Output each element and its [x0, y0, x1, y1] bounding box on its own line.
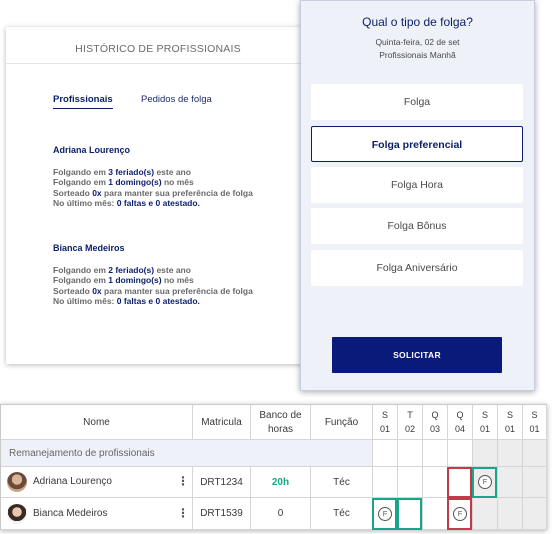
tab-profissionais[interactable]: Profissionais	[53, 94, 113, 109]
kebab-menu-icon[interactable]: ⋮	[177, 506, 189, 520]
group-day-cell	[473, 440, 498, 467]
day-cell[interactable]	[473, 498, 498, 530]
day-cell[interactable]	[523, 498, 547, 530]
modal-shift: Profissionais Manhã	[379, 50, 456, 60]
group-day-cell	[498, 440, 523, 467]
ultimo-mes-line: No último mês: 0 faltas e 0 atestado.	[53, 198, 200, 208]
day-cell[interactable]	[523, 467, 547, 498]
option-folga-bonus[interactable]: Folga Bônus	[311, 208, 523, 244]
feriados-line: Folgando em 3 feriado(s) este ano	[53, 166, 191, 177]
avatar	[7, 472, 27, 492]
avatar	[7, 504, 27, 524]
folga-type-modal: Qual o tipo de folga? Quinta-feira, 02 d…	[300, 0, 535, 391]
historico-panel: HISTÓRICO DE PROFISSIONAIS Profissionais…	[6, 27, 310, 364]
row-funcao: Téc	[311, 467, 373, 498]
feriados-line: Folgando em 2 feriado(s) este ano	[53, 264, 191, 275]
professional-card: Bianca Medeiros Folgando em 2 feriado(s)…	[53, 243, 273, 307]
group-day-cell	[423, 440, 448, 467]
day-cell[interactable]	[498, 467, 523, 498]
professional-name: Adriana Lourenço	[53, 145, 131, 155]
professional-card: Adriana Lourenço Folgando em 3 feriado(s…	[53, 145, 273, 209]
option-folga-hora[interactable]: Folga Hora	[311, 167, 523, 203]
selected-day-highlight	[447, 467, 472, 498]
row-banco-horas: 0	[251, 498, 311, 530]
table-row-name-cell[interactable]: Bianca Medeiros ⋮	[1, 498, 193, 530]
kebab-menu-icon[interactable]: ⋮	[177, 474, 189, 488]
day-header: Q 03	[423, 405, 448, 440]
tab-pedidos-de-folga[interactable]: Pedidos de folga	[141, 94, 212, 105]
schedule-table: Nome Matricula Banco de horas Função S 01 …	[0, 404, 547, 530]
row-matricula: DRT1234	[193, 467, 251, 498]
sorteado-line: Sorteado 0x para manter sua preferência …	[53, 187, 253, 198]
row-funcao: Téc	[311, 498, 373, 530]
modal-date: Quinta-feira, 02 de set	[375, 37, 460, 47]
day-header: S 01	[523, 405, 547, 440]
day-cell[interactable]	[398, 467, 423, 498]
modal-question: Qual o tipo de folga?	[362, 15, 473, 29]
professional-name: Bianca Medeiros	[53, 243, 125, 253]
domingos-line: Folgando em 1 domingo(s) no mês	[53, 177, 194, 187]
col-header-banco-horas: Banco de horas	[251, 405, 311, 440]
option-folga[interactable]: Folga	[311, 84, 523, 120]
domingos-line: Folgando em 1 domingo(s) no mês	[53, 275, 194, 285]
day-header: T 02	[398, 405, 423, 440]
col-header-matricula: Matricula	[193, 405, 251, 440]
group-day-cell	[448, 440, 473, 467]
historico-title: HISTÓRICO DE PROFISSIONAIS	[6, 27, 310, 64]
day-header: S 01	[498, 405, 523, 440]
row-banco-horas: 20h	[251, 467, 311, 498]
option-folga-preferencial[interactable]: Folga preferencial	[311, 126, 523, 162]
sorteado-line: Sorteado 0x para manter sua preferência …	[53, 285, 253, 296]
folga-day-highlight	[397, 498, 422, 530]
day-cell[interactable]	[373, 467, 398, 498]
row-matricula: DRT1539	[193, 498, 251, 530]
day-cell[interactable]	[423, 498, 448, 530]
col-header-nome: Nome	[1, 405, 193, 440]
option-folga-aniversario[interactable]: Folga Aniversário	[311, 250, 523, 286]
folga-marker-icon[interactable]: F	[478, 475, 492, 489]
row-name: Adriana Lourenço	[33, 476, 112, 487]
day-cell[interactable]	[423, 467, 448, 498]
group-day-cell	[373, 440, 398, 467]
folga-marker-icon[interactable]: F	[453, 507, 467, 521]
group-day-cell	[398, 440, 423, 467]
folga-marker-icon[interactable]: F	[378, 507, 392, 521]
day-header: S 01	[473, 405, 498, 440]
solicitar-button[interactable]: SOLICITAR	[332, 337, 502, 373]
row-name: Bianca Medeiros	[33, 508, 108, 519]
col-header-funcao: Função	[311, 405, 373, 440]
table-row-name-cell[interactable]: Adriana Lourenço ⋮	[1, 467, 193, 498]
day-header: S 01	[373, 405, 398, 440]
group-row-label: Remanejamento de profissionais	[1, 440, 373, 467]
day-header: Q 04	[448, 405, 473, 440]
ultimo-mes-line: No último mês: 0 faltas e 0 atestado.	[53, 296, 200, 306]
day-cell[interactable]	[498, 498, 523, 530]
group-day-cell	[523, 440, 547, 467]
